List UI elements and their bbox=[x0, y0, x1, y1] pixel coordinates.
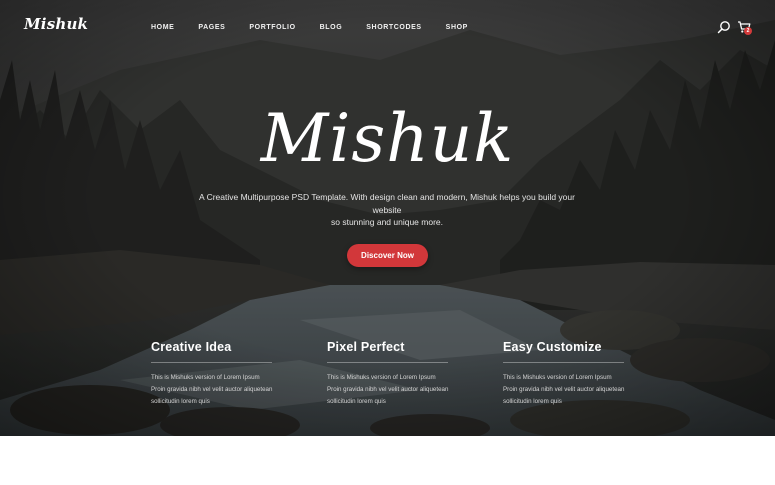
feature-text-line: sollicitudin lorem quis bbox=[503, 398, 562, 405]
feature-title: Creative Idea bbox=[151, 340, 232, 354]
hero-tagline-line: so stunning and unique more. bbox=[331, 217, 443, 227]
feature-divider bbox=[327, 362, 448, 363]
content-area-below-hero bbox=[0, 436, 775, 485]
top-navbar: Mishuk HOME PAGES PORTFOLIO BLOG SHORTCO… bbox=[0, 0, 775, 56]
nav-item-home[interactable]: HOME bbox=[151, 24, 174, 31]
feature-text: This is Mishuks version of Lorem Ipsum P… bbox=[327, 372, 452, 408]
feature-text-line: This is Mishuks version of Lorem Ipsum bbox=[151, 374, 260, 381]
feature-text-line: This is Mishuks version of Lorem Ipsum bbox=[327, 374, 436, 381]
feature-text-line: Proin gravida nibh vel velit auctor aliq… bbox=[503, 386, 625, 393]
feature-divider bbox=[151, 362, 272, 363]
feature-text-line: sollicitudin lorem quis bbox=[327, 398, 386, 405]
hero-section: Mishuk HOME PAGES PORTFOLIO BLOG SHORTCO… bbox=[0, 0, 775, 436]
cart-count-badge: 2 bbox=[744, 27, 752, 35]
feature-title: Pixel Perfect bbox=[327, 340, 405, 354]
hero-tagline: A Creative Multipurpose PSD Template. Wi… bbox=[187, 191, 587, 229]
feature-text: This is Mishuks version of Lorem Ipsum P… bbox=[151, 372, 276, 408]
feature-title: Easy Customize bbox=[503, 340, 602, 354]
main-nav: HOME PAGES PORTFOLIO BLOG SHORTCODES SHO… bbox=[151, 24, 492, 31]
feature-pixel-perfect: Pixel Perfect This is Mishuks version of… bbox=[327, 340, 452, 408]
nav-item-shortcodes[interactable]: SHORTCODES bbox=[366, 24, 421, 31]
nav-item-shop[interactable]: SHOP bbox=[446, 24, 468, 31]
feature-text: This is Mishuks version of Lorem Ipsum P… bbox=[503, 372, 628, 408]
feature-divider bbox=[503, 362, 624, 363]
hero-tagline-line: A Creative Multipurpose PSD Template. Wi… bbox=[199, 192, 575, 215]
feature-creative-idea: Creative Idea This is Mishuks version of… bbox=[151, 340, 276, 408]
nav-item-pages[interactable]: PAGES bbox=[198, 24, 225, 31]
discover-now-button[interactable]: Discover Now bbox=[347, 244, 428, 267]
search-icon[interactable] bbox=[717, 20, 731, 34]
feature-text-line: Proin gravida nibh vel velit auctor aliq… bbox=[327, 386, 449, 393]
feature-text-line: sollicitudin lorem quis bbox=[151, 398, 210, 405]
feature-easy-customize: Easy Customize This is Mishuks version o… bbox=[503, 340, 628, 408]
nav-item-blog[interactable]: BLOG bbox=[320, 24, 343, 31]
nav-item-portfolio[interactable]: PORTFOLIO bbox=[249, 24, 295, 31]
feature-text-line: This is Mishuks version of Lorem Ipsum bbox=[503, 374, 612, 381]
logo[interactable]: Mishuk bbox=[24, 15, 88, 33]
feature-text-line: Proin gravida nibh vel velit auctor aliq… bbox=[151, 386, 273, 393]
hero-title: Mishuk bbox=[260, 100, 515, 177]
